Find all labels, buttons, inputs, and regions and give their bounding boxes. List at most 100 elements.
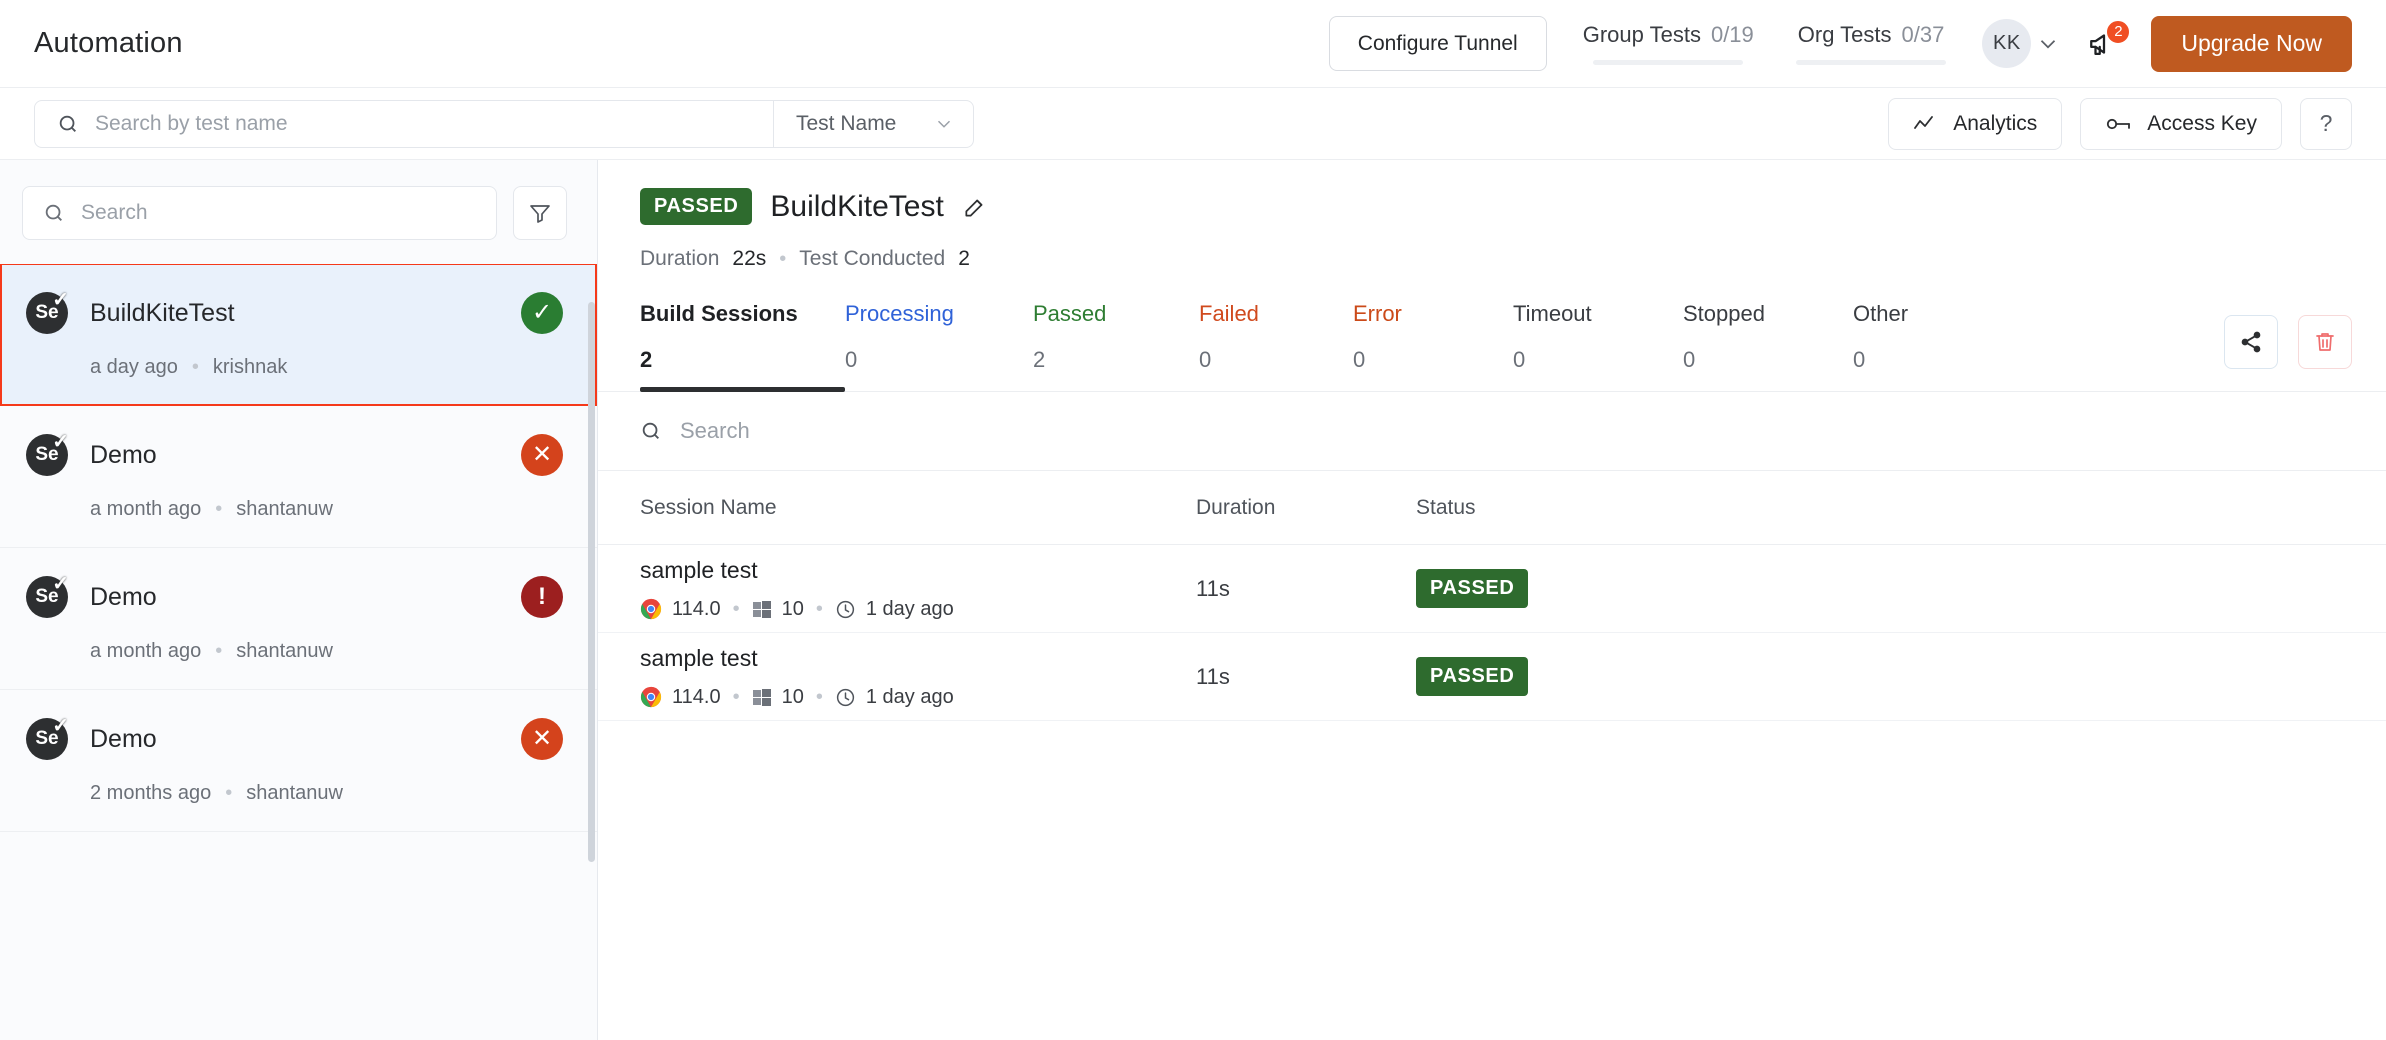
- test-list-item[interactable]: Se✓ BuildKiteTest ✓ a day ago • krishnak: [0, 264, 597, 406]
- body: Se✓ BuildKiteTest ✓ a day ago • krishnak…: [0, 160, 2386, 1040]
- session-search-field[interactable]: [598, 392, 2386, 471]
- search-input[interactable]: [95, 112, 751, 136]
- column-header-duration: Duration: [1196, 496, 1416, 520]
- edit-icon[interactable]: [962, 194, 988, 220]
- table-row[interactable]: sample test 114.0 •: [598, 633, 2386, 721]
- tab-failed[interactable]: Failed 0: [1199, 301, 1353, 391]
- sidebar-search-input[interactable]: [81, 201, 476, 225]
- chevron-down-icon: [933, 113, 955, 135]
- tab-count: 0: [845, 347, 1033, 373]
- filter-button[interactable]: [513, 186, 567, 240]
- separator-dot: •: [215, 640, 222, 663]
- session-duration: 11s: [1196, 576, 1416, 602]
- table-row[interactable]: sample test 114.0 •: [598, 545, 2386, 633]
- search-scope-select[interactable]: Test Name: [773, 101, 973, 147]
- share-icon: [2239, 330, 2263, 354]
- avatar: KK: [1982, 19, 2031, 68]
- configure-tunnel-button[interactable]: Configure Tunnel: [1329, 16, 1547, 71]
- detail-meta: Duration 22s • Test Conducted 2: [640, 247, 2352, 271]
- detail-header: PASSED BuildKiteTest Duration 22s • Test…: [598, 160, 2386, 271]
- test-time: a month ago: [90, 498, 201, 521]
- analytics-button[interactable]: Analytics: [1888, 98, 2062, 150]
- separator-dot: •: [733, 598, 740, 621]
- test-name: BuildKiteTest: [90, 299, 235, 328]
- session-duration: 11s: [1196, 664, 1416, 690]
- browser-version: 114.0: [672, 686, 721, 709]
- separator-dot: •: [816, 598, 823, 621]
- tab-label: Failed: [1199, 301, 1353, 327]
- clock-icon: [835, 687, 856, 708]
- separator-dot: •: [816, 686, 823, 709]
- delete-button[interactable]: [2298, 315, 2352, 369]
- selenium-icon: Se✓: [26, 718, 68, 760]
- test-name: Demo: [90, 583, 157, 612]
- tab-label: Stopped: [1683, 301, 1853, 327]
- chrome-icon: [640, 598, 662, 620]
- session-time: 1 day ago: [866, 598, 954, 621]
- trash-icon: [2313, 330, 2337, 354]
- chrome-icon: [640, 686, 662, 708]
- key-icon: [2105, 114, 2133, 134]
- tab-other[interactable]: Other 0: [1853, 301, 2003, 391]
- duration-label: Duration: [640, 247, 719, 271]
- selenium-icon: Se✓: [26, 434, 68, 476]
- access-key-button[interactable]: Access Key: [2080, 98, 2282, 150]
- tab-stopped[interactable]: Stopped 0: [1683, 301, 1853, 391]
- clock-icon: [835, 599, 856, 620]
- tab-build-sessions[interactable]: Build Sessions 2: [640, 301, 845, 391]
- test-list-item[interactable]: Se✓ Demo ✕ 2 months ago • shantanuw: [0, 690, 597, 832]
- separator-dot: •: [215, 498, 222, 521]
- test-list-sidebar: Se✓ BuildKiteTest ✓ a day ago • krishnak…: [0, 160, 598, 1040]
- session-search-input[interactable]: [680, 418, 1100, 444]
- os-version: 10: [782, 686, 804, 709]
- org-tests-label: Org Tests: [1798, 22, 1892, 48]
- tab-count: 0: [1683, 347, 1853, 373]
- account-menu[interactable]: KK: [1982, 19, 2061, 68]
- org-tests-value: 0/37: [1902, 22, 1945, 48]
- separator-dot: •: [779, 248, 786, 271]
- automation-app: Automation Configure Tunnel Group Tests …: [0, 0, 2386, 1040]
- sidebar-search-field[interactable]: [22, 186, 497, 240]
- windows-icon: [752, 687, 772, 707]
- separator-dot: •: [225, 782, 232, 805]
- announcements-button[interactable]: 2: [2081, 21, 2127, 67]
- group-tests-quota: Group Tests 0/19: [1575, 22, 1762, 65]
- tab-count: 0: [1353, 347, 1513, 373]
- share-button[interactable]: [2224, 315, 2278, 369]
- selenium-icon: Se✓: [26, 292, 68, 334]
- selenium-icon: Se✓: [26, 576, 68, 618]
- test-list-item[interactable]: Se✓ Demo ! a month ago • shantanuw: [0, 548, 597, 690]
- test-search-combo: Test Name: [34, 100, 974, 148]
- windows-icon: [752, 599, 772, 619]
- session-name: sample test: [640, 557, 1196, 584]
- test-user: krishnak: [213, 356, 287, 379]
- analytics-icon: [1913, 114, 1939, 134]
- tab-count: 0: [1513, 347, 1683, 373]
- test-list-item[interactable]: Se✓ Demo ✕ a month ago • shantanuw: [0, 406, 597, 548]
- detail-status-badge: PASSED: [640, 188, 752, 225]
- test-user: shantanuw: [246, 782, 343, 805]
- upgrade-now-button[interactable]: Upgrade Now: [2151, 16, 2352, 72]
- session-status-badge: PASSED: [1416, 657, 1528, 696]
- test-search-field[interactable]: [35, 101, 773, 147]
- tab-label: Timeout: [1513, 301, 1683, 327]
- tab-processing[interactable]: Processing 0: [845, 301, 1033, 391]
- status-badge: ✕: [521, 718, 563, 760]
- tab-error[interactable]: Error 0: [1353, 301, 1513, 391]
- session-time: 1 day ago: [866, 686, 954, 709]
- sidebar-scrollbar[interactable]: [588, 302, 595, 862]
- top-header: Automation Configure Tunnel Group Tests …: [0, 0, 2386, 88]
- detail-title: BuildKiteTest: [770, 190, 943, 224]
- tab-count: 0: [1199, 347, 1353, 373]
- test-name: Demo: [90, 441, 157, 470]
- separator-dot: •: [733, 686, 740, 709]
- tab-passed[interactable]: Passed 2: [1033, 301, 1199, 391]
- group-tests-progress: [1593, 60, 1743, 65]
- access-key-label: Access Key: [2147, 112, 2257, 136]
- test-time: a day ago: [90, 356, 178, 379]
- status-badge: ✕: [521, 434, 563, 476]
- group-tests-label: Group Tests: [1583, 22, 1701, 48]
- os-version: 10: [782, 598, 804, 621]
- tab-timeout[interactable]: Timeout 0: [1513, 301, 1683, 391]
- help-button[interactable]: ?: [2300, 98, 2352, 150]
